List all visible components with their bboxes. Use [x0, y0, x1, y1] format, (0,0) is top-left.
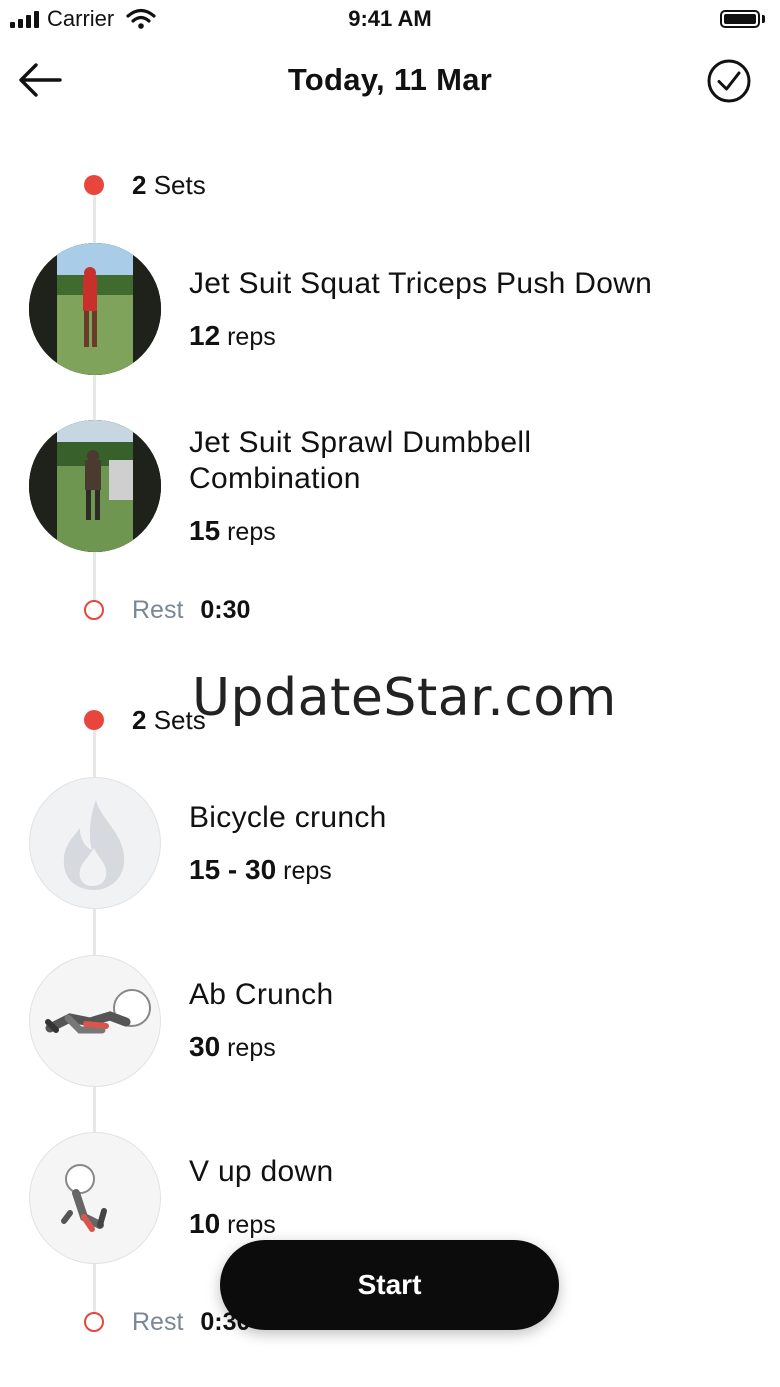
exercise-thumbnail[interactable]	[29, 420, 161, 552]
sets-header: 2 Sets	[132, 170, 206, 200]
workout-photo-image	[29, 243, 161, 375]
sets-count: 2	[132, 170, 147, 200]
exercise-reps: 12 reps	[189, 320, 276, 353]
exercise-name[interactable]: Bicycle crunch	[189, 800, 749, 836]
reps-value: 30	[189, 1031, 221, 1062]
rest-time: 0:30	[200, 596, 251, 624]
exercise-thumbnail[interactable]	[29, 243, 161, 375]
exercise-name[interactable]: Jet Suit Squat Triceps Push Down	[189, 266, 749, 302]
rest-label: Rest	[132, 596, 184, 624]
rest-label: Rest	[132, 1308, 184, 1336]
exercise-thumbnail[interactable]	[29, 777, 161, 909]
reps-value: 15 - 30	[189, 854, 277, 885]
rest-marker-dot	[84, 1312, 104, 1332]
check-circle-icon[interactable]	[706, 58, 752, 104]
sets-label: Sets	[153, 170, 206, 200]
flame-placeholder-icon	[63, 800, 125, 890]
reps-unit: reps	[227, 323, 276, 351]
exercise-thumbnail[interactable]	[29, 955, 161, 1087]
exercise-reps: 15 reps	[189, 515, 276, 548]
status-bar: Carrier 9:41 AM	[0, 0, 780, 40]
reps-value: 12	[189, 320, 221, 351]
reps-unit: reps	[227, 518, 276, 546]
exercise-name[interactable]: Ab Crunch	[189, 977, 749, 1013]
exercise-name[interactable]: V up down	[189, 1154, 749, 1190]
rest-row: Rest 0:30	[132, 595, 250, 625]
reps-unit: reps	[283, 857, 332, 885]
rest-marker-dot	[84, 600, 104, 620]
nav-bar: Today, 11 Mar	[0, 44, 780, 120]
exercise-thumbnail[interactable]	[29, 1132, 161, 1264]
v-up-figure	[61, 1164, 107, 1232]
reps-unit: reps	[227, 1211, 276, 1239]
reps-value: 15	[189, 515, 221, 546]
exercise-reps: 10 reps	[189, 1208, 276, 1241]
workout-photo-image	[29, 420, 161, 552]
reps-value: 10	[189, 1208, 221, 1239]
sets-count: 2	[132, 705, 147, 735]
set-marker-dot	[84, 710, 104, 730]
ab-crunch-figure	[45, 989, 151, 1034]
status-time: 9:41 AM	[348, 6, 432, 31]
page-title: Today, 11 Mar	[287, 62, 493, 97]
reps-unit: reps	[227, 1034, 276, 1062]
watermark-text: UpdateStar.com	[192, 668, 617, 728]
exercise-reps: 15 - 30 reps	[189, 854, 332, 887]
set-marker-dot	[84, 175, 104, 195]
battery-icon	[720, 8, 768, 30]
start-button[interactable]: Start	[220, 1240, 559, 1330]
exercise-reps: 30 reps	[189, 1031, 276, 1064]
exercise-name[interactable]: Jet Suit Sprawl Dumbbell Combination	[189, 425, 609, 497]
